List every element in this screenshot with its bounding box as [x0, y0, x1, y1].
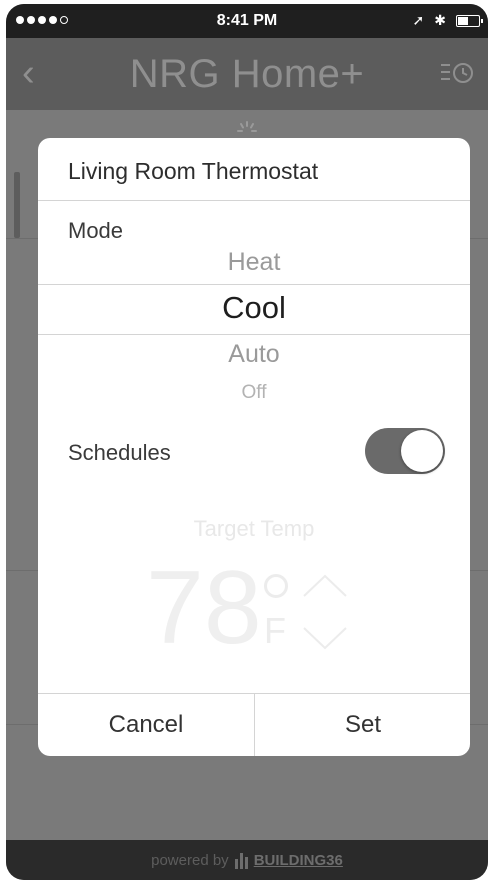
mode-option-off[interactable]: Off	[38, 382, 470, 404]
bluetooth-icon: ✱	[434, 12, 446, 28]
location-arrow-icon: ➚	[412, 12, 425, 28]
chevron-down-icon[interactable]	[300, 624, 350, 654]
scroll-indicator	[14, 172, 20, 238]
mode-option-auto[interactable]: Auto	[38, 340, 470, 369]
degree-icon	[264, 574, 288, 598]
brand-logo: BUILDING36	[234, 851, 343, 869]
temp-unit: F	[264, 610, 286, 651]
brand-name: BUILDING36	[253, 851, 343, 869]
schedule-clock-icon[interactable]	[440, 60, 474, 86]
mode-option-cool-selected[interactable]: Cool	[38, 290, 470, 326]
mode-label: Mode	[68, 218, 124, 243]
mode-option-heat[interactable]: Heat	[38, 248, 470, 277]
powered-by-text: powered by	[151, 851, 229, 869]
title-divider	[38, 200, 470, 201]
battery-icon	[456, 14, 483, 27]
status-bar: 8:41 PM ➚ ✱	[6, 4, 488, 38]
dialog-title: Living Room Thermostat	[68, 158, 319, 184]
cancel-button[interactable]: Cancel	[38, 694, 254, 756]
status-indicators: ➚ ✱	[412, 12, 483, 29]
picker-selection-bottom	[38, 334, 470, 335]
nav-bar: ‹ NRG Home+	[6, 38, 488, 110]
schedules-toggle[interactable]	[365, 428, 445, 474]
picker-selection-top	[38, 284, 470, 285]
target-temp-value: 78	[146, 550, 262, 666]
target-temp-label: Target Temp	[193, 516, 315, 541]
schedules-label: Schedules	[68, 440, 171, 465]
chevron-up-icon[interactable]	[300, 570, 350, 600]
thermostat-dialog: Living Room Thermostat Mode Heat Cool Au…	[38, 138, 470, 756]
footer-bar: powered by BUILDING36	[6, 840, 488, 880]
app-title: NRG Home+	[129, 52, 365, 96]
toggle-knob	[401, 430, 443, 472]
set-button[interactable]: Set	[254, 694, 470, 756]
building-icon	[234, 851, 251, 869]
